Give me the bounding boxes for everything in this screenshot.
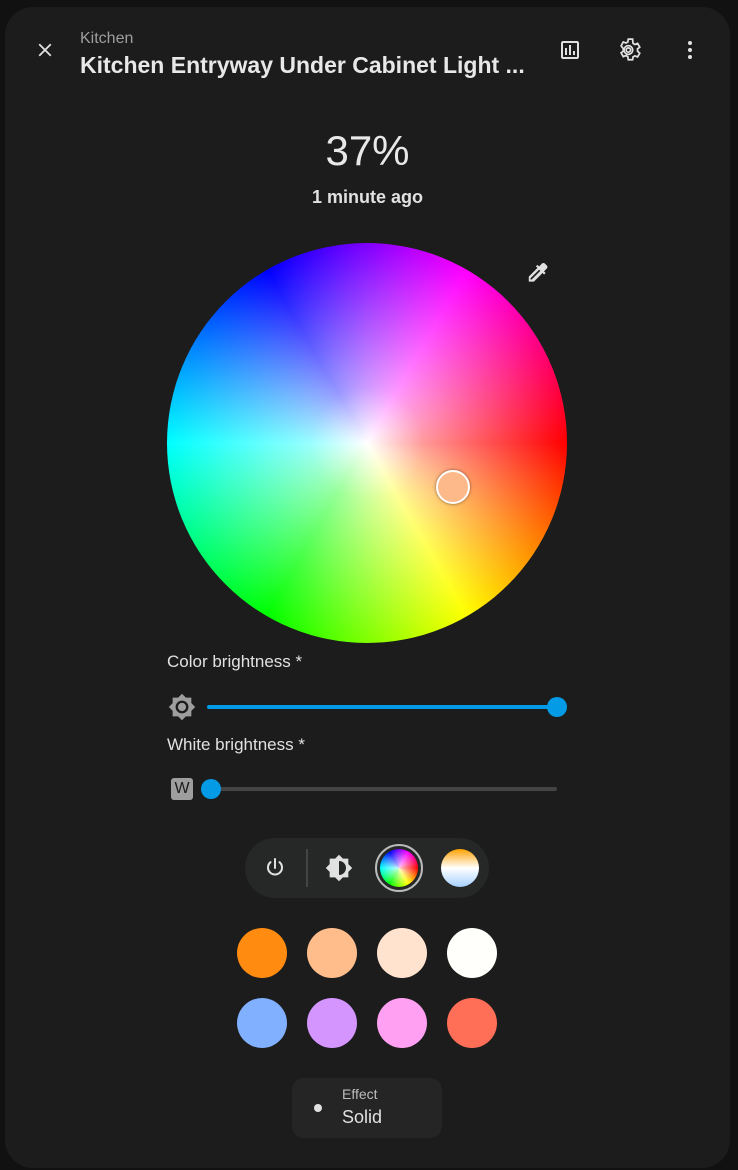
mode-selector [245, 838, 489, 898]
color-mode-button[interactable] [375, 844, 423, 892]
last-changed: 1 minute ago [311, 187, 423, 207]
color-brightness-label: Color brightness * [167, 652, 303, 671]
color-wheel-handle[interactable] [436, 470, 470, 504]
color-wheel-icon [380, 849, 418, 887]
history-button[interactable] [550, 30, 590, 70]
more-options-button[interactable] [670, 30, 710, 70]
color-preset-8[interactable] [447, 998, 497, 1048]
brightness-mode-button[interactable] [319, 848, 359, 888]
eyedropper-button[interactable] [517, 253, 557, 293]
eyedropper-icon [528, 262, 548, 282]
brightness-mode-icon [325, 854, 353, 882]
settings-button[interactable] [610, 30, 650, 70]
color-preset-7[interactable] [377, 998, 427, 1048]
slider-thumb[interactable] [547, 697, 567, 717]
white-brightness-slider[interactable] [201, 778, 557, 800]
slider-fill [207, 705, 557, 709]
effect-select[interactable]: Effect Solid [292, 1078, 442, 1138]
color-preset-4[interactable] [447, 928, 497, 978]
close-icon [38, 43, 52, 57]
color-preset-2[interactable] [307, 928, 357, 978]
brightness-icon [168, 693, 196, 721]
more-info-dialog: Kitchen Kitchen Entryway Under Cabinet L… [5, 7, 730, 1168]
divider [306, 849, 308, 887]
area-name: Kitchen [80, 30, 134, 47]
slider-track [207, 787, 557, 791]
color-preset-5[interactable] [237, 998, 287, 1048]
power-icon [267, 858, 283, 876]
effect-label: Effect [342, 1086, 378, 1102]
color-wheel[interactable] [167, 243, 567, 643]
color-preset-6[interactable] [307, 998, 357, 1048]
color-brightness-slider[interactable] [207, 696, 567, 718]
white-channel-icon: W [171, 778, 193, 800]
close-button[interactable] [25, 30, 65, 70]
power-toggle-button[interactable] [255, 848, 295, 888]
color-preset-3[interactable] [377, 928, 427, 978]
entity-title: Kitchen Entryway Under Cabinet Light ... [80, 52, 525, 78]
color-temp-mode-button[interactable] [441, 849, 479, 887]
white-brightness-label: White brightness * [167, 735, 305, 754]
state-value: 37% [325, 127, 410, 174]
effect-value: Solid [342, 1107, 383, 1127]
color-preset-1[interactable] [237, 928, 287, 978]
slider-thumb[interactable] [201, 779, 221, 799]
chart-box-icon [561, 41, 579, 59]
cog-icon [619, 38, 641, 61]
effect-icon [314, 1104, 322, 1112]
dots-vertical-icon [688, 41, 692, 59]
